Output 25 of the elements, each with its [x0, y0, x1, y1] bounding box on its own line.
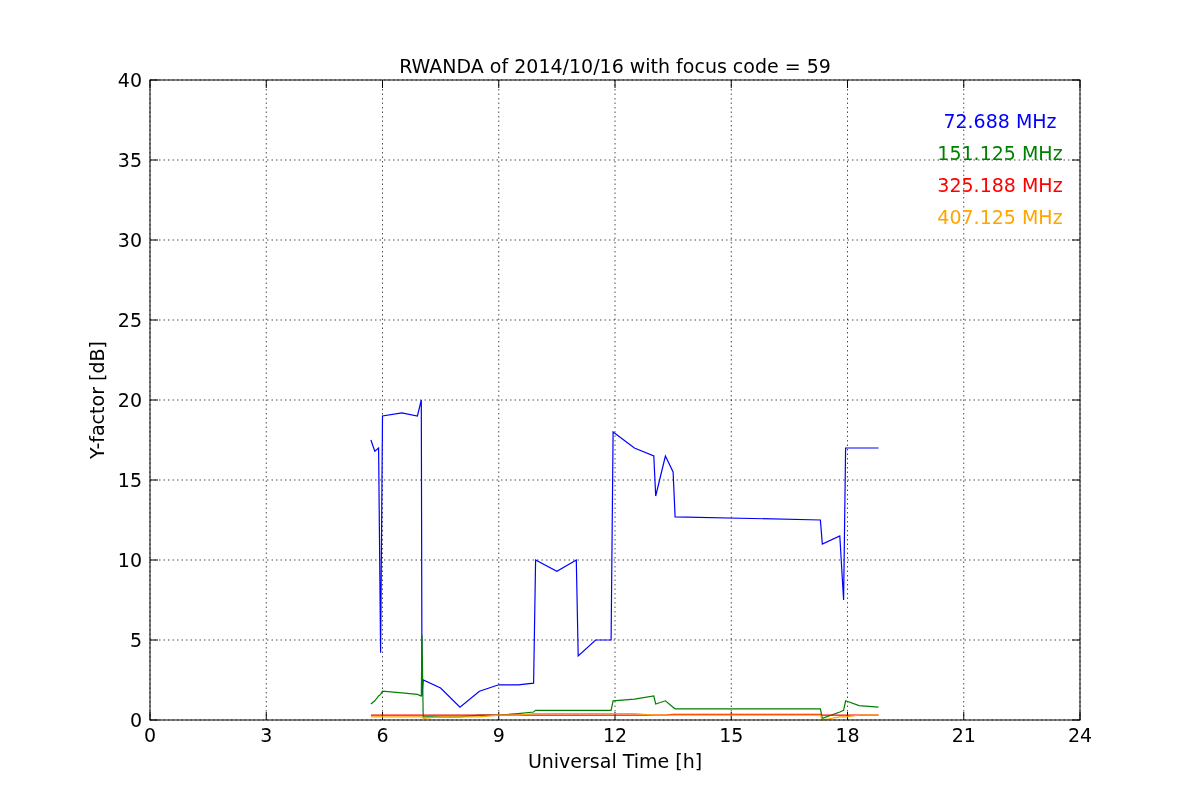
- y-tick-label: 0: [129, 709, 142, 731]
- x-tick-label: 0: [143, 724, 157, 746]
- chart-title: RWANDA of 2014/10/16 with focus code = 59: [399, 55, 831, 77]
- x-tick-label: 12: [602, 724, 628, 746]
- x-axis-label: Universal Time [h]: [527, 750, 703, 772]
- x-tick-label: 3: [260, 724, 273, 746]
- x-tick-label: 21: [951, 724, 976, 746]
- x-tick-label: 6: [376, 724, 389, 746]
- legend-label: 72.688 MHz: [943, 110, 1057, 132]
- y-tick-label: 5: [129, 629, 142, 651]
- x-tick-label: 15: [719, 724, 744, 746]
- y-tick-label: 40: [117, 69, 142, 91]
- x-tick-label: 24: [1067, 724, 1093, 746]
- y-tick-label: 25: [117, 309, 142, 331]
- x-tick-label: 18: [835, 724, 860, 746]
- y-tick-label: 35: [117, 149, 142, 171]
- y-axis-label: Y-factor [dB]: [86, 341, 108, 459]
- legend-label: 407.125 MHz: [937, 206, 1063, 228]
- legend-label: 151.125 MHz: [937, 142, 1063, 164]
- y-tick-label: 30: [117, 229, 142, 251]
- x-tick-label: 9: [492, 724, 505, 746]
- legend-label: 325.188 MHz: [937, 174, 1063, 196]
- y-tick-label: 20: [117, 389, 142, 411]
- y-tick-label: 10: [117, 549, 142, 571]
- y-tick-label: 15: [117, 469, 142, 491]
